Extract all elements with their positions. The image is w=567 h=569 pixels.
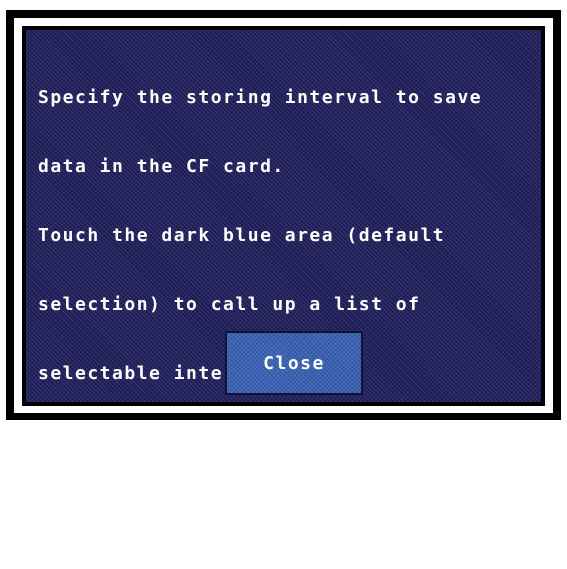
message-line: Touch the dark blue area (default xyxy=(38,225,446,246)
message-line: not selectable. xyxy=(38,501,224,522)
help-dialog: Specify the storing interval to save dat… xyxy=(22,26,545,522)
message-line: Specify the storing interval to save xyxy=(38,87,483,108)
close-button[interactable]: Close xyxy=(225,331,363,395)
close-button-label: Close xyxy=(263,352,325,374)
message-line: data in the CF card. xyxy=(38,156,285,177)
help-message: Specify the storing interval to save dat… xyxy=(38,40,533,569)
message-line: With temperature inputs, 100 msec. is xyxy=(38,432,495,453)
message-line: selection) to call up a list of xyxy=(38,294,421,315)
